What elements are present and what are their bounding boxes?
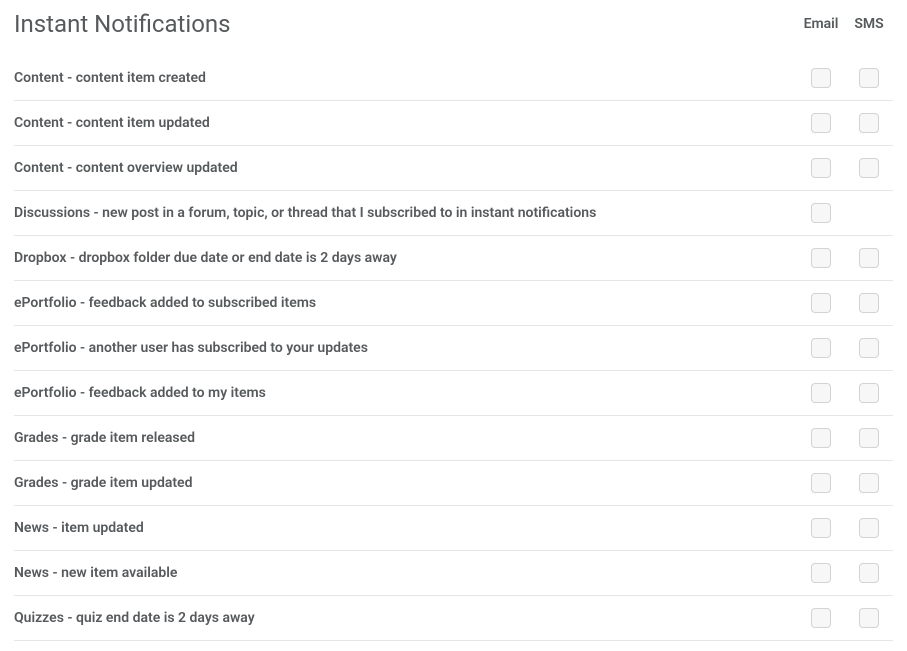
email-checkbox-cell [797, 158, 845, 178]
notification-label: ePortfolio - feedback added to subscribe… [14, 295, 797, 311]
page-title: Instant Notifications [14, 10, 797, 38]
sms-checkbox-cell [845, 428, 893, 448]
email-checkbox-cell [797, 563, 845, 583]
notification-label: Discussions - new post in a forum, topic… [14, 205, 797, 221]
notification-label: News - item updated [14, 520, 797, 536]
email-checkbox-cell [797, 68, 845, 88]
email-checkbox-cell [797, 608, 845, 628]
sms-checkbox[interactable] [859, 293, 879, 313]
notification-row: Dropbox - dropbox folder due date or end… [14, 236, 893, 281]
sms-checkbox[interactable] [859, 338, 879, 358]
sms-checkbox-cell [845, 248, 893, 268]
email-checkbox[interactable] [811, 563, 831, 583]
notification-label: Dropbox - dropbox folder due date or end… [14, 250, 797, 266]
sms-checkbox[interactable] [859, 383, 879, 403]
sms-checkbox[interactable] [859, 473, 879, 493]
column-header-email: Email [797, 16, 845, 32]
notification-row: Grades - grade item updated [14, 461, 893, 506]
email-checkbox[interactable] [811, 338, 831, 358]
notification-row: Content - content item updated [14, 101, 893, 146]
email-checkbox-cell [797, 383, 845, 403]
notification-row: Content - content item created [14, 56, 893, 101]
email-checkbox[interactable] [811, 428, 831, 448]
notification-label: ePortfolio - feedback added to my items [14, 385, 797, 401]
email-checkbox[interactable] [811, 203, 831, 223]
notification-label: Grades - grade item released [14, 430, 797, 446]
email-checkbox-cell [797, 248, 845, 268]
sms-checkbox[interactable] [859, 608, 879, 628]
sms-checkbox-cell [845, 158, 893, 178]
sms-checkbox[interactable] [859, 248, 879, 268]
sms-checkbox-cell [845, 113, 893, 133]
sms-checkbox-cell [845, 293, 893, 313]
email-checkbox-cell [797, 518, 845, 538]
notification-list: Content - content item created Content - … [14, 56, 893, 641]
email-checkbox[interactable] [811, 248, 831, 268]
column-headers: Email SMS [797, 16, 893, 32]
email-checkbox[interactable] [811, 518, 831, 538]
notification-label: Content - content overview updated [14, 160, 797, 176]
sms-checkbox-cell [845, 383, 893, 403]
email-checkbox-cell [797, 113, 845, 133]
header-row: Instant Notifications Email SMS [14, 10, 893, 38]
email-checkbox-cell [797, 203, 845, 223]
email-checkbox-cell [797, 338, 845, 358]
sms-checkbox-cell [845, 203, 893, 223]
email-checkbox[interactable] [811, 383, 831, 403]
notification-row: Content - content overview updated [14, 146, 893, 191]
email-checkbox[interactable] [811, 113, 831, 133]
notification-label: ePortfolio - another user has subscribed… [14, 340, 797, 356]
sms-checkbox-cell [845, 338, 893, 358]
email-checkbox[interactable] [811, 158, 831, 178]
notification-row: Discussions - new post in a forum, topic… [14, 191, 893, 236]
sms-checkbox[interactable] [859, 428, 879, 448]
sms-checkbox-cell [845, 518, 893, 538]
sms-checkbox-cell [845, 608, 893, 628]
sms-checkbox-cell [845, 473, 893, 493]
sms-checkbox[interactable] [859, 158, 879, 178]
column-header-sms: SMS [845, 16, 893, 32]
sms-checkbox[interactable] [859, 563, 879, 583]
notification-label: Content - content item updated [14, 115, 797, 131]
email-checkbox[interactable] [811, 608, 831, 628]
notification-row: Quizzes - quiz end date is 2 days away [14, 596, 893, 641]
sms-checkbox-cell [845, 68, 893, 88]
notification-label: Grades - grade item updated [14, 475, 797, 491]
email-checkbox[interactable] [811, 68, 831, 88]
sms-checkbox-cell [845, 563, 893, 583]
email-checkbox[interactable] [811, 293, 831, 313]
notification-row: ePortfolio - feedback added to subscribe… [14, 281, 893, 326]
email-checkbox-cell [797, 293, 845, 313]
notification-row: News - new item available [14, 551, 893, 596]
notification-row: ePortfolio - feedback added to my items [14, 371, 893, 416]
notification-label: News - new item available [14, 565, 797, 581]
notification-row: ePortfolio - another user has subscribed… [14, 326, 893, 371]
notification-label: Content - content item created [14, 70, 797, 86]
sms-checkbox[interactable] [859, 113, 879, 133]
email-checkbox-cell [797, 473, 845, 493]
notification-row: Grades - grade item released [14, 416, 893, 461]
sms-checkbox[interactable] [859, 518, 879, 538]
notification-row: News - item updated [14, 506, 893, 551]
notification-label: Quizzes - quiz end date is 2 days away [14, 610, 797, 626]
email-checkbox[interactable] [811, 473, 831, 493]
email-checkbox-cell [797, 428, 845, 448]
sms-checkbox[interactable] [859, 68, 879, 88]
sms-checkbox-empty [859, 203, 879, 223]
